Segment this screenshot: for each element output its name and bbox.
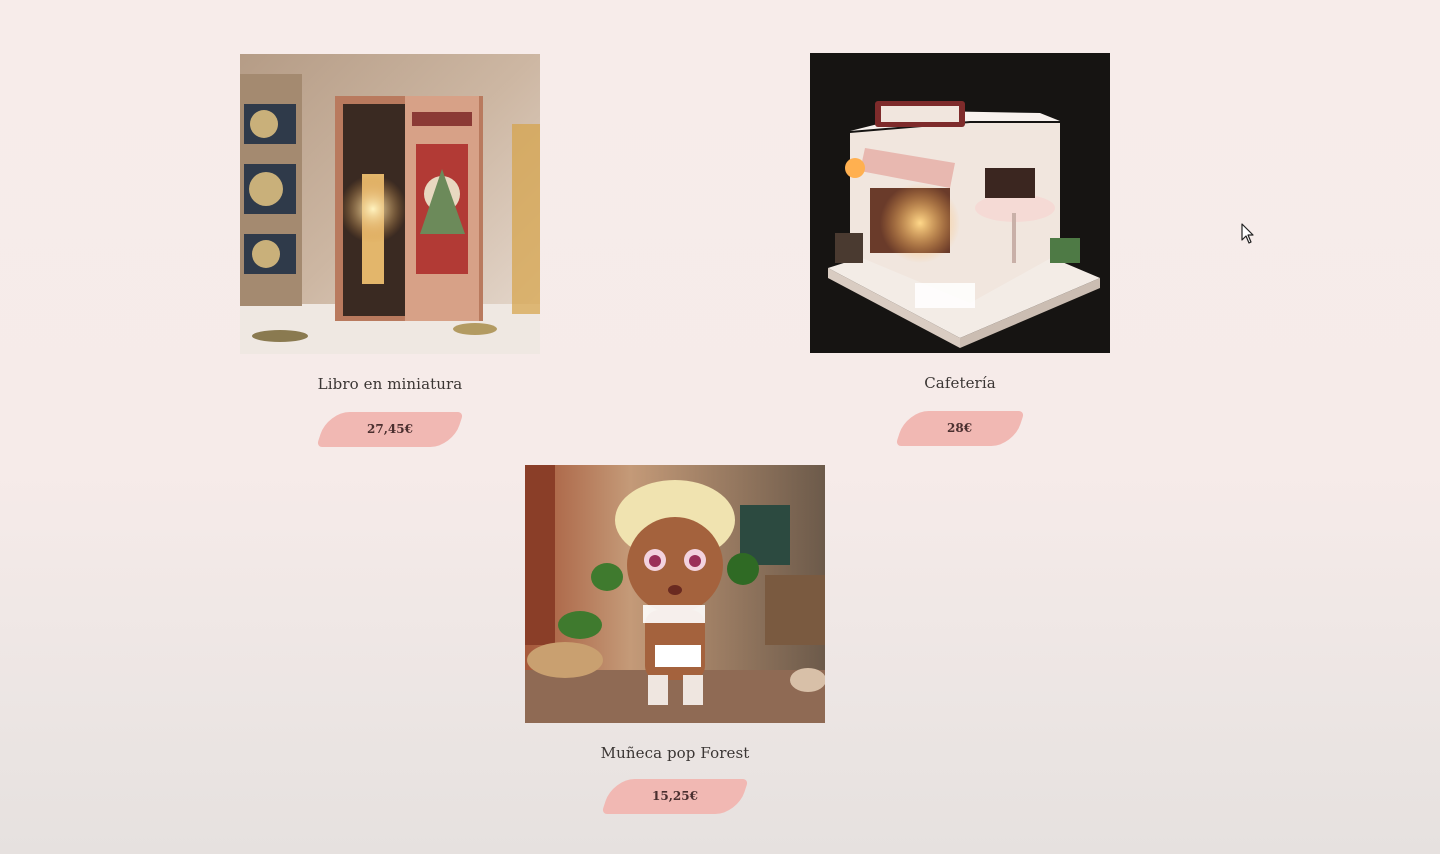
price-label: 15,25€ — [652, 789, 698, 803]
product-card-cafeteria[interactable]: Cafetería 28€ — [810, 53, 1110, 446]
price-label: 28€ — [947, 421, 973, 435]
price-label: 27,45€ — [367, 422, 413, 436]
price-badge[interactable]: 27,45€ — [316, 412, 464, 447]
product-name[interactable]: Muñeca pop Forest — [525, 743, 825, 763]
product-name[interactable]: Libro en miniatura — [240, 374, 540, 394]
product-image-cafeteria[interactable] — [810, 53, 1110, 353]
product-image-muneca[interactable] — [525, 465, 825, 723]
price-badge[interactable]: 28€ — [895, 411, 1025, 446]
product-card-libro[interactable]: Libro en miniatura 27,45€ — [240, 54, 540, 447]
product-name[interactable]: Cafetería — [810, 373, 1110, 393]
price-badge[interactable]: 15,25€ — [601, 779, 749, 814]
product-card-muneca[interactable]: Muñeca pop Forest 15,25€ — [525, 465, 825, 814]
mouse-pointer-icon — [1241, 223, 1255, 248]
product-image-libro[interactable] — [240, 54, 540, 354]
